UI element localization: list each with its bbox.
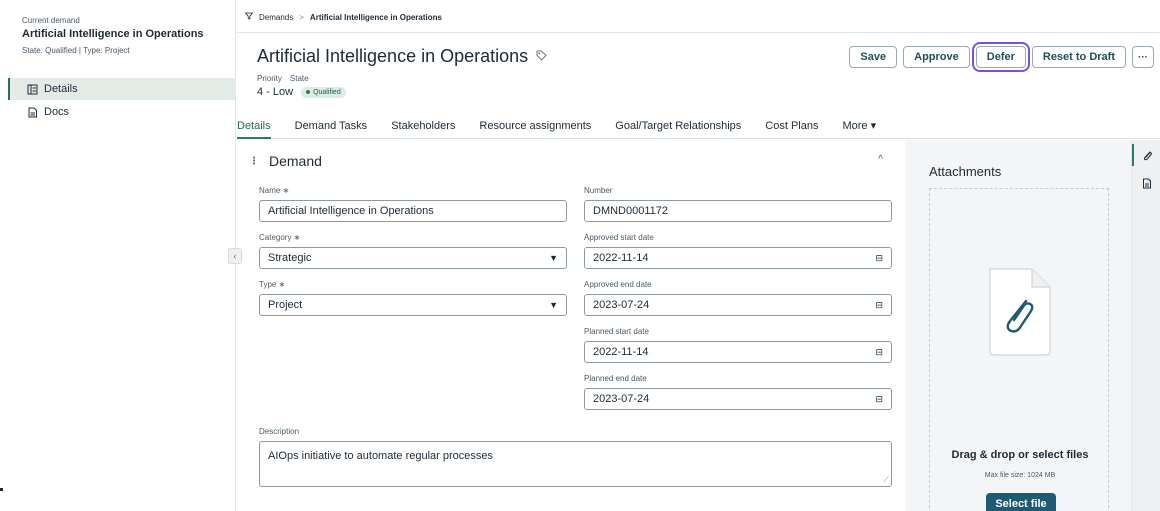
- select-file-button[interactable]: Select file: [986, 493, 1056, 511]
- breadcrumb: Demands > Artificial Intelligence in Ope…: [244, 12, 442, 22]
- description-field: Description AIOps initiative to automate…: [259, 427, 892, 487]
- number-field: Number DMND0001172: [584, 186, 892, 222]
- max-file-size: Max file size: 1024 MB: [984, 472, 1056, 479]
- record-meta-labels: Priority State: [257, 74, 309, 83]
- more-actions-button[interactable]: ···: [1132, 46, 1154, 68]
- name-label: Name ∗: [259, 186, 290, 195]
- filter-icon: [244, 12, 254, 22]
- attachments-title: Attachments: [929, 164, 1002, 179]
- description-textarea[interactable]: AIOps initiative to automate regular pro…: [259, 441, 892, 487]
- chevron-left-icon: ‹: [233, 251, 237, 261]
- defer-button[interactable]: Defer: [971, 42, 1030, 72]
- action-bar: Save Approve Defer Reset to Draft ···: [849, 42, 1154, 72]
- calendar-icon[interactable]: ⊟: [875, 347, 883, 358]
- details-icon: [26, 83, 38, 95]
- status-dot-icon: [306, 90, 311, 94]
- tab-bar: Details Demand Tasks Stakeholders Resour…: [237, 114, 1160, 139]
- tab-more[interactable]: More ▾: [834, 119, 884, 138]
- type-label: Type ∗: [259, 280, 286, 289]
- tab-resource-assignments[interactable]: Resource assignments: [471, 120, 599, 138]
- planned-end-label: Planned end date: [584, 374, 647, 383]
- left-nav-details[interactable]: Details: [8, 78, 236, 100]
- status-badge: Qualified: [301, 86, 346, 98]
- divider: [237, 32, 1160, 33]
- tab-details[interactable]: Details: [237, 120, 279, 139]
- approved-start-input[interactable]: 2022-11-14 ⊟: [584, 247, 892, 269]
- breadcrumb-separator: >: [299, 12, 304, 22]
- dropdown-arrow-icon: ▼: [549, 253, 558, 263]
- number-input[interactable]: DMND0001172: [584, 200, 892, 222]
- current-demand-meta: State: Qualified | Type: Project: [22, 46, 130, 55]
- current-demand-label: Current demand: [22, 16, 80, 25]
- calendar-icon[interactable]: ⊟: [875, 394, 883, 405]
- tab-goal-target-relationships[interactable]: Goal/Target Relationships: [607, 120, 749, 138]
- dropdown-arrow-icon: ▼: [549, 300, 558, 310]
- description-label: Description: [259, 427, 300, 436]
- planned-start-field: Planned start date 2022-11-14 ⊟: [584, 327, 892, 363]
- category-label: Category ∗: [259, 233, 301, 242]
- planned-start-label: Planned start date: [584, 327, 649, 336]
- left-nav-details-label: Details: [44, 83, 78, 95]
- category-select[interactable]: Strategic ▼: [259, 247, 567, 269]
- breadcrumb-current: Artificial Intelligence in Operations: [309, 12, 442, 22]
- doc-icon: [26, 106, 38, 118]
- current-demand-title: Artificial Intelligence in Operations: [22, 28, 204, 40]
- attachment-file-icon: [989, 268, 1051, 356]
- tab-demand-tasks[interactable]: Demand Tasks: [287, 120, 376, 138]
- file-dropzone[interactable]: Drag & drop or select files Max file siz…: [929, 188, 1109, 511]
- name-field: Name ∗ Artificial Intelligence in Operat…: [259, 186, 567, 222]
- dropzone-text: Drag & drop or select files: [951, 449, 1089, 461]
- left-nav-docs-label: Docs: [44, 106, 70, 118]
- breadcrumb-root[interactable]: Demands: [259, 13, 293, 22]
- category-field: Category ∗ Strategic ▼: [259, 233, 567, 269]
- attachments-panel: Attachments Drag & drop or select files …: [905, 140, 1131, 511]
- priority-value: 4 - Low: [257, 86, 294, 98]
- planned-end-field: Planned end date 2023-07-24 ⊟: [584, 374, 892, 410]
- planned-end-input[interactable]: 2023-07-24 ⊟: [584, 388, 892, 410]
- chevron-up-icon[interactable]: ^: [878, 154, 883, 165]
- type-select[interactable]: Project ▼: [259, 294, 567, 316]
- approved-start-field: Approved start date 2022-11-14 ⊟: [584, 233, 892, 269]
- tab-stakeholders[interactable]: Stakeholders: [383, 120, 463, 138]
- approved-end-field: Approved end date 2023-07-24 ⊟: [584, 280, 892, 316]
- drag-handle-icon[interactable]: ⋮: [249, 156, 259, 167]
- approved-end-label: Approved end date: [584, 280, 652, 289]
- record-title: Artificial Intelligence in Operations: [257, 46, 529, 66]
- type-field: Type ∗ Project ▼: [259, 280, 567, 316]
- demand-form: ⋮ Demand ^ Name ∗ Artificial Intelligenc…: [237, 140, 897, 511]
- tag-icon[interactable]: [536, 50, 547, 64]
- main-area: Demands > Artificial Intelligence in Ope…: [237, 0, 1160, 511]
- planned-start-input[interactable]: 2022-11-14 ⊟: [584, 341, 892, 363]
- approved-end-input[interactable]: 2023-07-24 ⊟: [584, 294, 892, 316]
- status-badge-label: Qualified: [313, 88, 341, 96]
- tab-cost-plans[interactable]: Cost Plans: [757, 120, 826, 138]
- left-panel: Current demand Artificial Intelligence i…: [0, 0, 236, 511]
- edge-marker: [0, 488, 3, 491]
- calendar-icon[interactable]: ⊟: [875, 300, 883, 311]
- name-input[interactable]: Artificial Intelligence in Operations: [259, 200, 567, 222]
- paperclip-icon[interactable]: [1132, 144, 1160, 166]
- resize-handle-icon[interactable]: ⟋: [883, 475, 889, 485]
- number-label: Number: [584, 186, 613, 195]
- save-button[interactable]: Save: [849, 46, 898, 68]
- reset-to-draft-button[interactable]: Reset to Draft: [1031, 46, 1126, 68]
- record-title-row: Artificial Intelligence in Operations: [257, 46, 547, 67]
- approved-start-label: Approved start date: [584, 233, 654, 242]
- record-meta-values: 4 - Low Qualified: [257, 86, 346, 98]
- calendar-icon[interactable]: ⊟: [875, 253, 883, 264]
- document-icon[interactable]: [1132, 172, 1160, 194]
- approve-button[interactable]: Approve: [903, 46, 970, 68]
- state-label: State: [289, 74, 309, 83]
- right-rail: [1131, 140, 1160, 511]
- collapse-panel-button[interactable]: ‹: [228, 248, 242, 264]
- left-nav-docs[interactable]: Docs: [8, 101, 236, 123]
- priority-label: Priority: [257, 74, 282, 83]
- section-title: Demand: [269, 153, 322, 169]
- section-header: ⋮ Demand: [249, 153, 322, 169]
